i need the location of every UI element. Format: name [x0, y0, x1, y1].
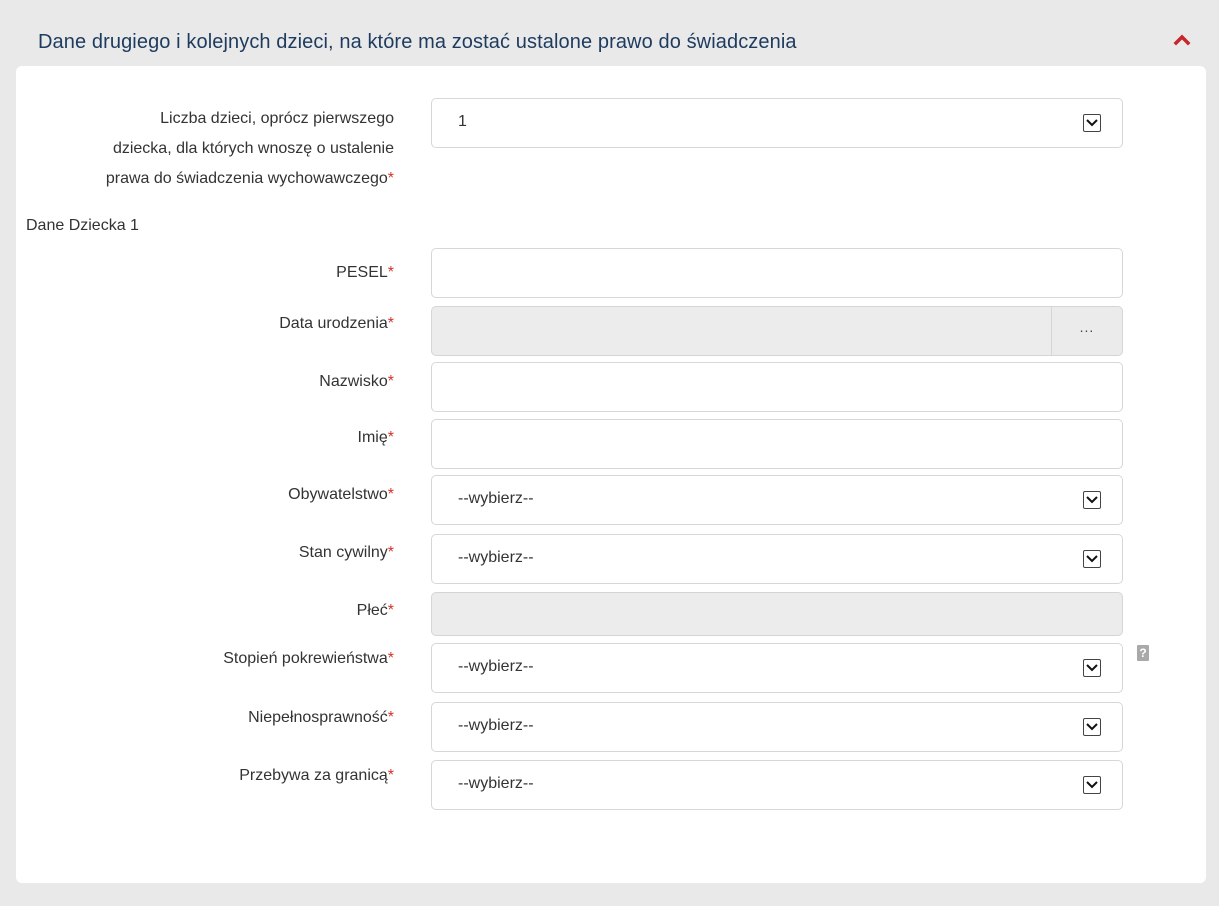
kinship-label: Stopień pokrewieństwa*	[223, 645, 394, 672]
abroad-label-text: Przebywa za granicą	[239, 767, 388, 784]
pesel-input[interactable]	[431, 248, 1123, 298]
required-mark: *	[387, 486, 394, 503]
kinship-select[interactable]: --wybierz--	[431, 643, 1123, 693]
children-count-value: 1	[458, 113, 467, 130]
disability-label-text: Niepełnosprawność	[248, 709, 388, 726]
surname-label: Nazwisko*	[319, 368, 394, 395]
kinship-value: --wybierz--	[458, 658, 534, 675]
required-mark: *	[387, 544, 394, 561]
dropdown-arrow-icon[interactable]	[1083, 659, 1101, 677]
abroad-label: Przebywa za granicą*	[239, 762, 394, 789]
citizenship-label-text: Obywatelstwo	[288, 486, 388, 503]
sex-input	[431, 592, 1123, 636]
pesel-label: PESEL*	[336, 259, 394, 286]
children-count-label-line-2: dziecka, dla których wnoszę o ustalenie	[112, 140, 394, 157]
required-mark: *	[387, 373, 394, 390]
child-section-label: Dane Dziecka 1	[26, 217, 139, 234]
abroad-select[interactable]: --wybierz--	[431, 760, 1123, 810]
marital-status-label: Stan cywilny*	[299, 539, 394, 566]
dropdown-arrow-icon[interactable]	[1083, 550, 1101, 568]
disability-label: Niepełnosprawność*	[248, 704, 394, 731]
required-mark: *	[387, 315, 394, 332]
children-count-label-line-1: Liczba dzieci, oprócz pierwszego	[160, 110, 394, 127]
birth-date-input: ...	[431, 306, 1123, 356]
required-mark: *	[387, 709, 394, 726]
dropdown-arrow-icon[interactable]	[1083, 776, 1101, 794]
first-name-label: Imię*	[358, 424, 394, 451]
disability-value: --wybierz--	[458, 717, 534, 734]
required-mark: *	[387, 170, 394, 187]
citizenship-select[interactable]: --wybierz--	[431, 475, 1123, 525]
sex-label: Płeć*	[357, 597, 394, 624]
chevron-up-icon[interactable]	[1165, 28, 1199, 56]
marital-status-value: --wybierz--	[458, 549, 534, 566]
dropdown-arrow-icon[interactable]	[1083, 114, 1101, 132]
sex-label-text: Płeć	[356, 602, 388, 619]
citizenship-label: Obywatelstwo*	[288, 481, 394, 508]
kinship-label-text: Stopień pokrewieństwa	[223, 650, 388, 667]
pesel-label-text: PESEL	[336, 264, 388, 281]
panel-header[interactable]: Dane drugiego i kolejnych dzieci, na któ…	[38, 28, 1199, 64]
abroad-value: --wybierz--	[458, 775, 534, 792]
form-card: Liczba dzieci, oprócz pierwszego dziecka…	[16, 66, 1206, 883]
marital-status-label-text: Stan cywilny	[298, 544, 388, 561]
dropdown-arrow-icon[interactable]	[1083, 491, 1101, 509]
required-mark: *	[387, 650, 394, 667]
citizenship-value: --wybierz--	[458, 490, 534, 507]
disability-select[interactable]: --wybierz--	[431, 702, 1123, 752]
birth-date-label: Data urodzenia*	[279, 310, 394, 337]
first-name-input[interactable]	[431, 419, 1123, 469]
help-icon[interactable]: ?	[1137, 645, 1149, 661]
required-mark: *	[387, 767, 394, 784]
first-name-label-text: Imię	[357, 429, 388, 446]
children-count-label: Liczba dzieci, oprócz pierwszego dziecka…	[106, 104, 394, 194]
children-count-select[interactable]: 1	[431, 98, 1123, 148]
children-count-label-line-3: prawa do świadczenia wychowawczego	[105, 170, 388, 187]
surname-label-text: Nazwisko	[319, 373, 388, 390]
birth-date-label-text: Data urodzenia	[279, 315, 388, 332]
required-mark: *	[387, 429, 394, 446]
children-panel: Dane drugiego i kolejnych dzieci, na któ…	[0, 0, 1219, 906]
surname-input[interactable]	[431, 362, 1123, 412]
dropdown-arrow-icon[interactable]	[1083, 718, 1101, 736]
date-picker-button[interactable]: ...	[1051, 307, 1122, 355]
required-mark: *	[387, 602, 394, 619]
marital-status-select[interactable]: --wybierz--	[431, 534, 1123, 584]
panel-title: Dane drugiego i kolejnych dzieci, na któ…	[38, 31, 797, 53]
required-mark: *	[387, 264, 394, 281]
